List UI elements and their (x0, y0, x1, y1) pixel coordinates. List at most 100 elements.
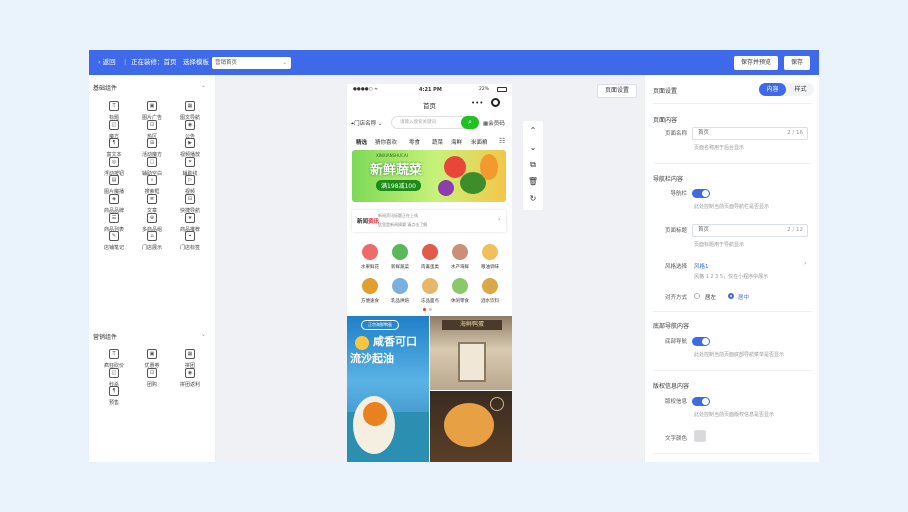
align-left-radio[interactable] (694, 293, 700, 299)
product-list-icon: ☰ (109, 212, 119, 223)
component-store-display[interactable]: ⌂ 门店展示 (132, 227, 172, 253)
category-icon (482, 278, 498, 294)
chevron-up-icon[interactable]: ⌃ (523, 123, 543, 139)
video-icon: ▶ (185, 138, 195, 149)
chevron-right-icon: › (498, 216, 501, 223)
category-label: 新鲜蔬菜 (391, 265, 409, 270)
store-door-image (458, 342, 486, 382)
promo-title-2: 流沙起油 (350, 352, 394, 365)
copyright-toggle[interactable] (692, 397, 710, 406)
menu-grid-icon: ☷ (499, 137, 506, 145)
category-item: 新鲜蔬菜 (385, 244, 415, 270)
carousel-dot-active (423, 308, 426, 311)
presale-icon: ¶ (109, 386, 119, 397)
page-title-input[interactable]: 首页 2 / 12 (692, 224, 808, 237)
section-copyright: 版权信息内容 (653, 383, 690, 390)
component-store-tag[interactable]: ⌖ 门店标签 (170, 227, 210, 253)
save-button[interactable]: 保存 (784, 56, 810, 70)
category-item: 酒水饮料 (475, 278, 505, 304)
phone-tab: 精选 (356, 140, 368, 146)
bottom-nav-toggle[interactable] (692, 337, 710, 346)
component-toolbar: ⌃ ⌄ ⧉ 🗑 ↻ (523, 121, 543, 210)
page-title-label: 页面标题 (664, 228, 687, 234)
page-name-input[interactable]: 首页 2 / 16 (692, 127, 808, 140)
category-icon (392, 244, 408, 260)
component-store-note[interactable]: ✎ 店铺笔记 (94, 227, 134, 253)
component-panel: 基础组件 ⌄ 营销组件 ⌄ T 标题 ▣ 图片广告 ▦ 图文导航 ◫ 魔方 ⊡ 热区 ◉ 公告 ¶ 富文本… (89, 75, 216, 462)
chevron-down-icon[interactable]: ⌄ (523, 140, 543, 156)
chevron-right-icon[interactable]: › (804, 260, 806, 267)
status-signal: ●●●●○ ≈ (353, 87, 378, 92)
video-play-icon: ▷ (185, 175, 195, 186)
rich-text-icon: ¶ (109, 138, 119, 149)
align-label: 对齐方式 (664, 295, 687, 301)
category-icon (362, 278, 378, 294)
category-label: 冻品面点 (421, 299, 439, 304)
component-team-buy[interactable]: ⊡ 团购 (132, 364, 172, 390)
nav-toggle[interactable] (692, 189, 710, 198)
section-page-content: 页面内容 (653, 117, 678, 124)
component-presale[interactable]: ¶ 预售 (94, 382, 134, 408)
divider (653, 311, 812, 312)
category-label: 方便速食 (361, 299, 379, 304)
image-carousel-icon: ▤ (109, 175, 119, 186)
search-icon: ⌕ (461, 116, 479, 129)
category-item: 方便速食 (355, 278, 385, 304)
category-icon (422, 278, 438, 294)
bottom-nav-label: 底部导航 (664, 339, 687, 345)
template-select[interactable]: 营销首页 ⌄ (212, 57, 291, 69)
blank-icon: ▢ (147, 156, 157, 167)
align-center-radio[interactable] (728, 293, 734, 299)
component-label: 门店展示 (141, 245, 162, 252)
cube-icon: ◫ (109, 119, 119, 130)
category-label: 粮油调味 (481, 265, 499, 270)
template-label: 选择模板 (183, 58, 209, 66)
category-item: 粮油调味 (475, 244, 505, 270)
top-bar: ‹ 返回 | 正在装修：首页 选择模板 营销首页 ⌄ 保存并预览 保存 (89, 50, 819, 75)
article-icon: ≣ (147, 194, 157, 204)
delete-icon[interactable]: 🗑 (523, 174, 543, 190)
quick-nav-icon: ⊟ (185, 194, 195, 204)
collapse-basic-chevron-icon[interactable]: ⌄ (201, 82, 206, 89)
image-ad-icon: ▣ (147, 101, 157, 111)
carousel-dot (429, 308, 432, 311)
tab-style[interactable]: 样式 (787, 83, 814, 96)
topbar-separator: | (124, 58, 127, 66)
style-value[interactable]: 风格1 (694, 262, 709, 270)
category-icon (452, 244, 468, 260)
save-preview-button[interactable]: 保存并预览 (734, 56, 778, 70)
salted-egg-promo: 正宗海鲜鸭蛋 咸香可口 流沙起油 (347, 316, 429, 462)
back-button[interactable]: ‹ 返回 (98, 57, 116, 68)
category-label: 水果鲜花 (361, 265, 379, 270)
notice-icon: ◉ (185, 119, 195, 130)
basic-components-title: 基础组件 (93, 85, 118, 92)
align-left-label: 居左 (705, 295, 717, 301)
news-bar: 新闻资讯 新闻资讯标题正在上线 这里是新闻摘要 请点击了解 › (352, 210, 506, 232)
category-icon (452, 278, 468, 294)
float-button-icon: ◎ (109, 156, 119, 167)
page-settings-button[interactable]: 页面设置 (597, 84, 637, 98)
page-title-hint: 页面标题用于导航显示 (694, 242, 745, 248)
component-rebate[interactable]: ◉ 拼团返利 (170, 364, 210, 390)
style-hint: 风格 1 2 3 5，仅在小程序中展示 (694, 274, 769, 280)
store-selector: ⌖门店名称 ⌄ (351, 121, 383, 127)
reset-icon[interactable]: ↻ (523, 191, 543, 207)
style-label: 风格选择 (664, 264, 687, 270)
copyright-label: 版权信息 (664, 399, 687, 405)
copy-icon[interactable]: ⧉ (523, 157, 543, 173)
component-label: 门店标签 (179, 245, 200, 252)
brand-icon: ◈ (109, 194, 119, 204)
store-front-image: 海鲜鸭蛋 (430, 316, 512, 390)
divider (653, 103, 812, 104)
rebate-icon: ◉ (185, 367, 195, 378)
category-item: 水果鲜花 (355, 244, 385, 270)
text-color-swatch[interactable] (694, 430, 706, 442)
promo-badge-icon (355, 336, 369, 350)
tab-content[interactable]: 内容 (759, 83, 786, 96)
team-buy-icon: ⊡ (147, 367, 157, 378)
product-group-icon: ⊕ (147, 212, 157, 223)
news-line-2: 这里是新闻摘要 请点击了解 (378, 222, 428, 227)
collapse-marketing-chevron-icon[interactable]: ⌄ (201, 331, 206, 338)
category-item: 乳品烘焙 (385, 278, 415, 304)
banner-title: 新鲜蔬菜 (370, 163, 423, 178)
